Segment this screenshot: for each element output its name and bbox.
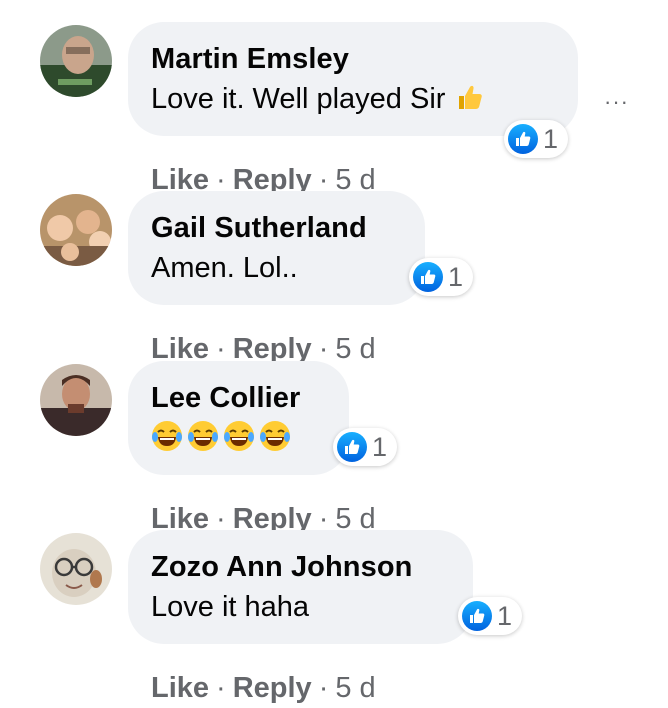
like-reaction-icon <box>413 262 443 292</box>
reaction-summary[interactable]: 1 <box>409 258 474 296</box>
comment-bubble: Gail Sutherland Amen. Lol.. <box>128 191 425 305</box>
reaction-summary[interactable]: 1 <box>333 428 398 466</box>
timestamp[interactable]: 5 d <box>335 672 375 704</box>
thumbs-up-icon <box>455 82 483 122</box>
reaction-count: 1 <box>448 262 464 292</box>
reaction-summary[interactable]: 1 <box>504 120 569 158</box>
reply-link[interactable]: Reply <box>233 672 312 704</box>
comment-text: Love it haha <box>151 591 310 623</box>
comment: Zozo Ann Johnson Love it haha 1 Like · Rep… <box>0 530 668 704</box>
reaction-summary[interactable]: 1 <box>458 597 523 635</box>
comment-text-content: Love it. Well played Sir <box>151 83 446 115</box>
avatar-image <box>40 194 112 266</box>
separator: · <box>216 672 226 704</box>
like-link[interactable]: Like <box>151 672 209 704</box>
comment: Martin Emsley Love it. Well played Sir 1… <box>0 22 668 196</box>
laughing-emoji-icon <box>224 421 254 451</box>
like-reaction-icon <box>462 601 492 631</box>
avatar[interactable] <box>40 194 112 266</box>
comment-author[interactable]: Martin Emsley <box>151 39 554 79</box>
comment-bubble: Martin Emsley Love it. Well played Sir <box>128 22 578 136</box>
more-options-icon[interactable]: ··· <box>604 91 634 113</box>
avatar-image <box>40 533 112 605</box>
laughing-emoji-icon <box>152 421 182 451</box>
laughing-emoji-icon <box>188 421 218 451</box>
like-reaction-icon <box>508 124 538 154</box>
reaction-count: 1 <box>543 124 559 154</box>
laughing-emoji-icon <box>260 421 290 451</box>
like-reaction-icon <box>337 432 367 462</box>
comment-author[interactable]: Lee Collier <box>151 378 325 418</box>
comment-bubble: Zozo Ann Johnson Love it haha <box>128 530 473 644</box>
avatar[interactable] <box>40 533 112 605</box>
comment-actions: Like · Reply · 5 d <box>151 668 376 708</box>
comment-author[interactable]: Gail Sutherland <box>151 208 401 248</box>
comment: Gail Sutherland Amen. Lol.. 1 Like · Reply… <box>0 191 668 365</box>
avatar-image <box>40 25 112 97</box>
comment-author[interactable]: Zozo Ann Johnson <box>151 547 449 587</box>
comment-emoji-text <box>151 420 291 452</box>
reaction-count: 1 <box>372 432 388 462</box>
avatar-image <box>40 364 112 436</box>
comment-text: Love it. Well played Sir <box>151 79 554 122</box>
avatar[interactable] <box>40 364 112 436</box>
comment-bubble: Lee Collier <box>128 361 349 475</box>
comment-text: Amen. Lol.. <box>151 252 298 284</box>
reaction-count: 1 <box>497 601 513 631</box>
comment: Lee Collier 1 Like · Reply · 5 d <box>0 361 668 535</box>
separator: · <box>318 672 329 704</box>
avatar[interactable] <box>40 25 112 97</box>
